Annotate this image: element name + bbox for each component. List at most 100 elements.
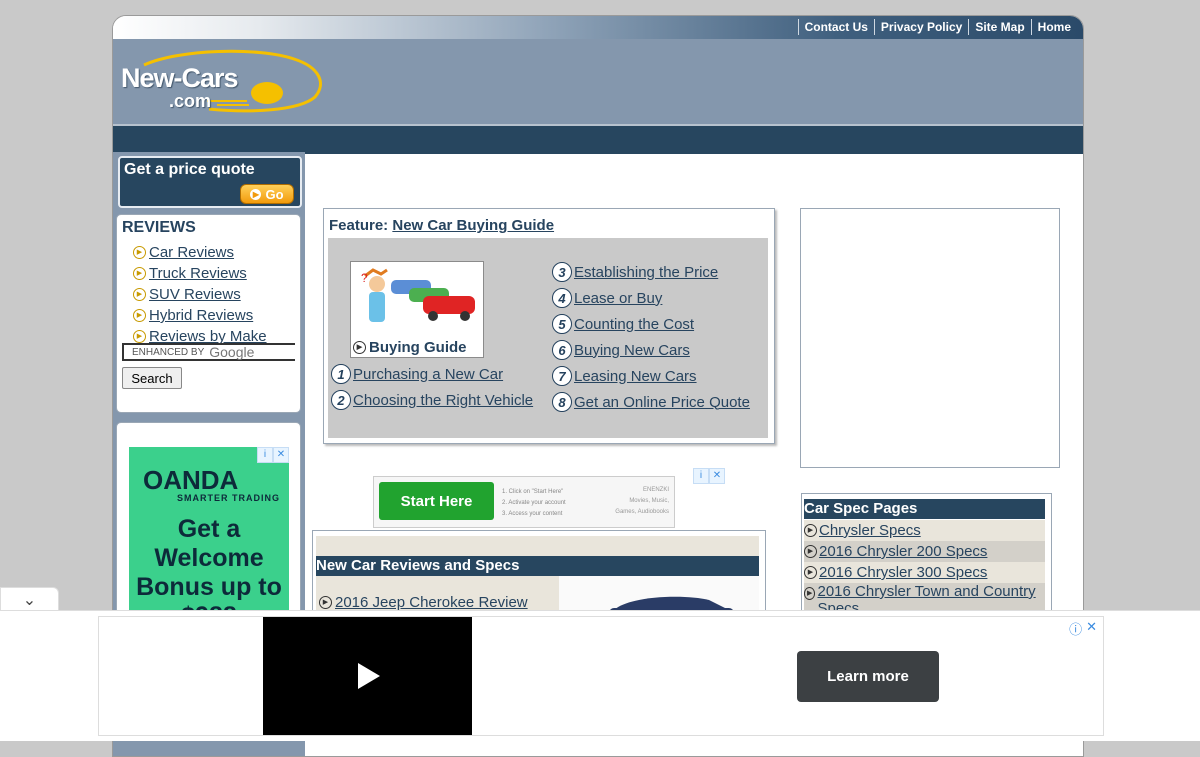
jeep-cherokee-review-link[interactable]: 2016 Jeep Cherokee Review bbox=[335, 594, 528, 611]
reviews-title: REVIEWS bbox=[122, 219, 196, 236]
reviews-specs-strip bbox=[316, 536, 759, 556]
number-7-icon: 7 bbox=[552, 366, 572, 386]
close-icon[interactable]: ✕ bbox=[709, 468, 725, 484]
ad-step: 2. Activate your account bbox=[502, 500, 566, 506]
arrow-bullet-icon: ▶ bbox=[133, 330, 146, 343]
list-item: ▶ Truck Reviews bbox=[133, 263, 267, 284]
step-2: 2 Choosing the Right Vehicle bbox=[331, 390, 533, 410]
ad-right-text: ENENZKI Movies, Music, Games, Audiobooks bbox=[615, 485, 669, 518]
feature-content: ? ▶ Buying Guide 1 Purchasing a New Car 2… bbox=[328, 238, 768, 438]
feature-prefix: Feature: bbox=[329, 217, 389, 234]
truck-reviews-link[interactable]: Truck Reviews bbox=[149, 265, 247, 282]
buying-new-cars-link[interactable]: Buying New Cars bbox=[574, 342, 690, 359]
arrow-bullet-icon: ▶ bbox=[133, 267, 146, 280]
number-1-icon: 1 bbox=[331, 364, 351, 384]
play-icon[interactable] bbox=[358, 663, 380, 689]
logo-text: New-Cars bbox=[121, 63, 239, 93]
list-item: ▶ 2016 Chrysler 200 Specs bbox=[804, 541, 1045, 562]
online-quote-link[interactable]: Get an Online Price Quote bbox=[574, 394, 750, 411]
ad-right-line: Games, Audiobooks bbox=[615, 509, 669, 515]
home-link[interactable]: Home bbox=[1030, 19, 1077, 35]
info-icon[interactable]: ⓘ bbox=[1069, 619, 1082, 638]
ad-brand: ENENZKI bbox=[642, 487, 669, 493]
chrysler-specs-link[interactable]: Chrysler Specs bbox=[819, 522, 921, 539]
info-icon[interactable]: i bbox=[257, 447, 273, 463]
ad-controls: i ✕ bbox=[693, 468, 725, 484]
counting-cost-link[interactable]: Counting the Cost bbox=[574, 316, 694, 333]
bottom-ad[interactable]: Learn more ⓘ ✕ bbox=[98, 616, 1104, 736]
arrow-bullet-icon: ▶ bbox=[804, 566, 817, 579]
top-links: Contact Us Privacy Policy Site Map Home bbox=[797, 19, 1077, 35]
site-logo[interactable]: New-Cars .com bbox=[119, 47, 329, 115]
list-item: ▶ 2016 Jeep Cherokee Review bbox=[319, 594, 528, 611]
arrow-bullet-icon: ▶ bbox=[133, 288, 146, 301]
oanda-ad[interactable]: i ✕ OANDA SMARTER TRADING Get a Welcome … bbox=[129, 447, 289, 627]
search-input[interactable]: ENHANCED BY Google bbox=[122, 343, 295, 361]
oanda-subtitle: SMARTER TRADING bbox=[177, 493, 280, 503]
info-icon[interactable]: i bbox=[693, 468, 709, 484]
suv-reviews-link[interactable]: SUV Reviews bbox=[149, 286, 241, 303]
step-5: 5 Counting the Cost bbox=[552, 314, 694, 334]
price-quote-title: Get a price quote bbox=[124, 161, 255, 178]
establishing-price-link[interactable]: Establishing the Price bbox=[574, 264, 718, 281]
arrow-bullet-icon: ▶ bbox=[353, 341, 366, 354]
buying-guide-image[interactable]: ? ▶ Buying Guide bbox=[350, 261, 484, 358]
list-item: ▶ SUV Reviews bbox=[133, 284, 267, 305]
go-button[interactable]: ▶ Go bbox=[240, 184, 294, 204]
number-6-icon: 6 bbox=[552, 340, 572, 360]
logo-domain: .com bbox=[169, 91, 212, 111]
chevron-down-icon: ⌄ bbox=[22, 592, 37, 609]
number-3-icon: 3 bbox=[552, 262, 572, 282]
go-label: Go bbox=[265, 186, 284, 202]
play-circle-icon: ▶ bbox=[250, 188, 262, 200]
site-header: New-Cars .com bbox=[113, 39, 1083, 124]
choosing-link[interactable]: Choosing the Right Vehicle bbox=[353, 392, 533, 409]
step-3: 3 Establishing the Price bbox=[552, 262, 718, 282]
google-brand: Google bbox=[209, 344, 255, 360]
hybrid-reviews-link[interactable]: Hybrid Reviews bbox=[149, 307, 253, 324]
car-spec-title: Car Spec Pages bbox=[804, 499, 1045, 519]
arrow-bullet-icon: ▶ bbox=[319, 596, 332, 609]
top-bar: Contact Us Privacy Policy Site Map Home bbox=[113, 16, 1083, 39]
collapse-ad-tab[interactable]: ⌄ bbox=[0, 587, 59, 612]
chrysler-200-link[interactable]: 2016 Chrysler 200 Specs bbox=[819, 543, 987, 560]
oanda-logo: OANDA bbox=[143, 465, 239, 495]
learn-more-button[interactable]: Learn more bbox=[797, 651, 939, 702]
step-7: 7 Leasing New Cars bbox=[552, 366, 697, 386]
ad-step: 3. Access your content bbox=[502, 511, 563, 517]
arrow-bullet-icon: ▶ bbox=[133, 309, 146, 322]
arrow-bullet-icon: ▶ bbox=[804, 587, 816, 600]
ad-video[interactable] bbox=[263, 617, 472, 735]
step-8: 8 Get an Online Price Quote bbox=[552, 392, 750, 412]
car-reviews-link[interactable]: Car Reviews bbox=[149, 244, 234, 261]
svg-text:?: ? bbox=[361, 271, 368, 285]
purchasing-link[interactable]: Purchasing a New Car bbox=[353, 366, 503, 383]
ad-controls: ⓘ ✕ bbox=[1069, 619, 1097, 638]
start-steps: 1. Click on "Start Here" 2. Activate you… bbox=[502, 487, 566, 520]
site-map-link[interactable]: Site Map bbox=[968, 19, 1030, 35]
step-1: 1 Purchasing a New Car bbox=[331, 364, 503, 384]
chrysler-300-link[interactable]: 2016 Chrysler 300 Specs bbox=[819, 564, 987, 581]
arrow-bullet-icon: ▶ bbox=[133, 246, 146, 259]
arrow-bullet-icon: ▶ bbox=[804, 524, 817, 537]
privacy-policy-link[interactable]: Privacy Policy bbox=[873, 19, 968, 35]
feature-box: Feature: New Car Buying Guide ? ▶ Buying… bbox=[323, 208, 775, 444]
start-here-ad[interactable]: Start Here 1. Click on "Start Here" 2. A… bbox=[373, 476, 675, 528]
search-button[interactable]: Search bbox=[122, 367, 182, 389]
ad-step: 1. Click on "Start Here" bbox=[502, 489, 564, 495]
cars-illustration-icon: ? bbox=[361, 268, 475, 322]
arrow-bullet-icon: ▶ bbox=[804, 545, 817, 558]
ad-controls: i ✕ bbox=[257, 447, 289, 463]
list-item: ▶ Car Reviews bbox=[133, 242, 267, 263]
lease-or-buy-link[interactable]: Lease or Buy bbox=[574, 290, 662, 307]
start-here-button[interactable]: Start Here bbox=[379, 482, 494, 520]
leasing-new-cars-link[interactable]: Leasing New Cars bbox=[574, 368, 697, 385]
step-6: 6 Buying New Cars bbox=[552, 340, 690, 360]
close-icon[interactable]: ✕ bbox=[273, 447, 289, 463]
number-5-icon: 5 bbox=[552, 314, 572, 334]
close-icon[interactable]: ✕ bbox=[1086, 619, 1097, 638]
reviews-list: ▶ Car Reviews ▶ Truck Reviews ▶ SUV Reviews… bbox=[133, 242, 267, 347]
buying-guide-link[interactable]: New Car Buying Guide bbox=[392, 217, 554, 234]
contact-us-link[interactable]: Contact Us bbox=[797, 19, 874, 35]
list-item: ▶ Hybrid Reviews bbox=[133, 305, 267, 326]
